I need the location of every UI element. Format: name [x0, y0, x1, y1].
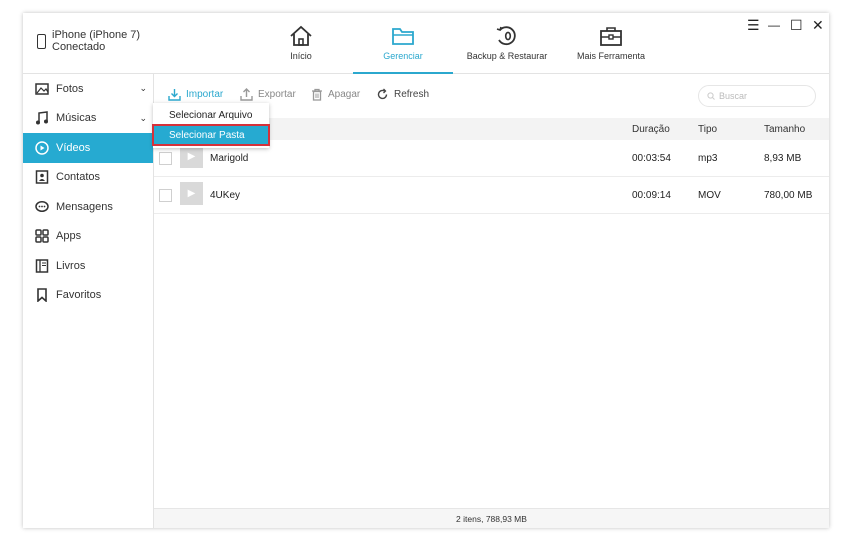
export-label: Exportar: [258, 89, 296, 100]
table-row[interactable]: ▶ 4UKey 00:09:14 MOV 780,00 MB: [154, 177, 829, 214]
status-bar: 2 itens, 788,93 MB: [154, 508, 829, 528]
photo-icon: [35, 82, 49, 96]
file-name: 4UKey: [210, 190, 241, 201]
device-status: Conectado: [52, 41, 106, 53]
tab-label: Início: [290, 51, 312, 61]
file-size: 8,93 MB: [764, 153, 802, 164]
apps-icon: [35, 229, 49, 243]
tab-label: Backup & Restaurar: [466, 51, 548, 61]
file-size: 780,00 MB: [764, 190, 813, 201]
column-header-tamanho[interactable]: Tamanho: [764, 124, 805, 135]
search-input[interactable]: Buscar: [698, 85, 816, 107]
folder-icon: [391, 25, 415, 49]
tab-mais-ferramenta[interactable]: Mais Ferramenta: [575, 13, 647, 73]
book-icon: [35, 259, 49, 273]
chevron-down-icon[interactable]: ⌄: [139, 113, 147, 124]
menu-item-selecionar-arquivo[interactable]: Selecionar Arquivo: [153, 105, 269, 125]
upload-icon: [240, 88, 253, 101]
download-icon: [168, 88, 181, 101]
sidebar-item-videos[interactable]: Vídeos: [23, 133, 153, 163]
tab-inicio[interactable]: Início: [285, 13, 317, 73]
toolbox-icon: [599, 25, 623, 49]
sidebar-item-label: Livros: [56, 259, 86, 272]
delete-button[interactable]: Apagar: [311, 88, 360, 101]
delete-label: Apagar: [328, 89, 361, 100]
backup-restore-icon: [495, 25, 519, 49]
contact-icon: [35, 170, 49, 184]
bookmark-icon: [35, 288, 49, 303]
sidebar: Fotos ⌄ Músicas ⌄ Vídeos Contatos Mensag…: [23, 74, 154, 528]
sidebar-item-musicas[interactable]: Músicas ⌄: [23, 104, 153, 134]
device-name: iPhone (iPhone 7): [52, 29, 141, 41]
sidebar-item-label: Fotos: [56, 82, 84, 95]
tab-label: Mais Ferramenta: [576, 51, 646, 61]
refresh-label: Refresh: [394, 89, 430, 100]
play-icon: ▶: [180, 145, 203, 168]
music-icon: [35, 111, 49, 125]
tab-label: Gerenciar: [383, 51, 423, 61]
phone-icon: [37, 34, 46, 49]
menu-icon[interactable]: ☰: [747, 17, 760, 34]
play-icon: ▶: [180, 182, 203, 205]
search-placeholder: Buscar: [719, 91, 748, 101]
top-header: iPhone (iPhone 7) Conectado Início Geren…: [23, 13, 829, 74]
video-icon: [35, 141, 49, 155]
device-info: iPhone (iPhone 7) Conectado: [37, 29, 140, 53]
refresh-icon: [376, 88, 389, 101]
sidebar-item-favoritos[interactable]: Favoritos: [23, 281, 153, 311]
trash-icon: [311, 88, 323, 101]
sidebar-item-fotos[interactable]: Fotos ⌄: [23, 74, 153, 104]
file-type: MOV: [698, 190, 721, 201]
sidebar-item-label: Contatos: [56, 171, 101, 184]
file-duration: 00:03:54: [632, 153, 671, 164]
tab-gerenciar[interactable]: Gerenciar: [353, 13, 453, 74]
menu-item-selecionar-pasta[interactable]: Selecionar Pasta: [152, 124, 270, 146]
column-header-tipo[interactable]: Tipo: [698, 124, 717, 135]
sidebar-item-contatos[interactable]: Contatos: [23, 163, 153, 193]
chevron-down-icon[interactable]: ⌄: [139, 83, 147, 94]
sidebar-item-mensagens[interactable]: Mensagens: [23, 192, 153, 222]
sidebar-item-label: Mensagens: [56, 200, 113, 213]
import-button[interactable]: Importar: [168, 88, 223, 101]
import-label: Importar: [186, 89, 224, 100]
row-checkbox[interactable]: [159, 152, 172, 165]
sidebar-item-apps[interactable]: Apps: [23, 222, 153, 252]
sidebar-item-label: Músicas: [56, 112, 97, 125]
tab-backup-restaurar[interactable]: Backup & Restaurar: [466, 13, 548, 73]
minimize-button[interactable]: —: [768, 18, 780, 32]
sidebar-item-livros[interactable]: Livros: [23, 251, 153, 281]
maximize-button[interactable]: ☐: [790, 17, 803, 34]
sidebar-item-label: Favoritos: [56, 289, 102, 302]
refresh-button[interactable]: Refresh: [376, 88, 429, 101]
row-checkbox[interactable]: [159, 189, 172, 202]
search-icon: [707, 92, 715, 100]
sidebar-item-label: Vídeos: [56, 141, 91, 154]
home-icon: [289, 25, 313, 49]
app-window: iPhone (iPhone 7) Conectado Início Geren…: [23, 13, 829, 528]
sidebar-item-label: Apps: [56, 230, 82, 243]
file-type: mp3: [698, 153, 718, 164]
file-duration: 00:09:14: [632, 190, 671, 201]
file-name: Marigold: [210, 153, 249, 164]
import-dropdown-menu: Selecionar Arquivo Selecionar Pasta: [152, 103, 270, 148]
column-header-duracao[interactable]: Duração: [632, 124, 670, 135]
close-button[interactable]: ✕: [812, 17, 824, 34]
export-button[interactable]: Exportar: [240, 88, 296, 101]
message-icon: [35, 200, 49, 214]
